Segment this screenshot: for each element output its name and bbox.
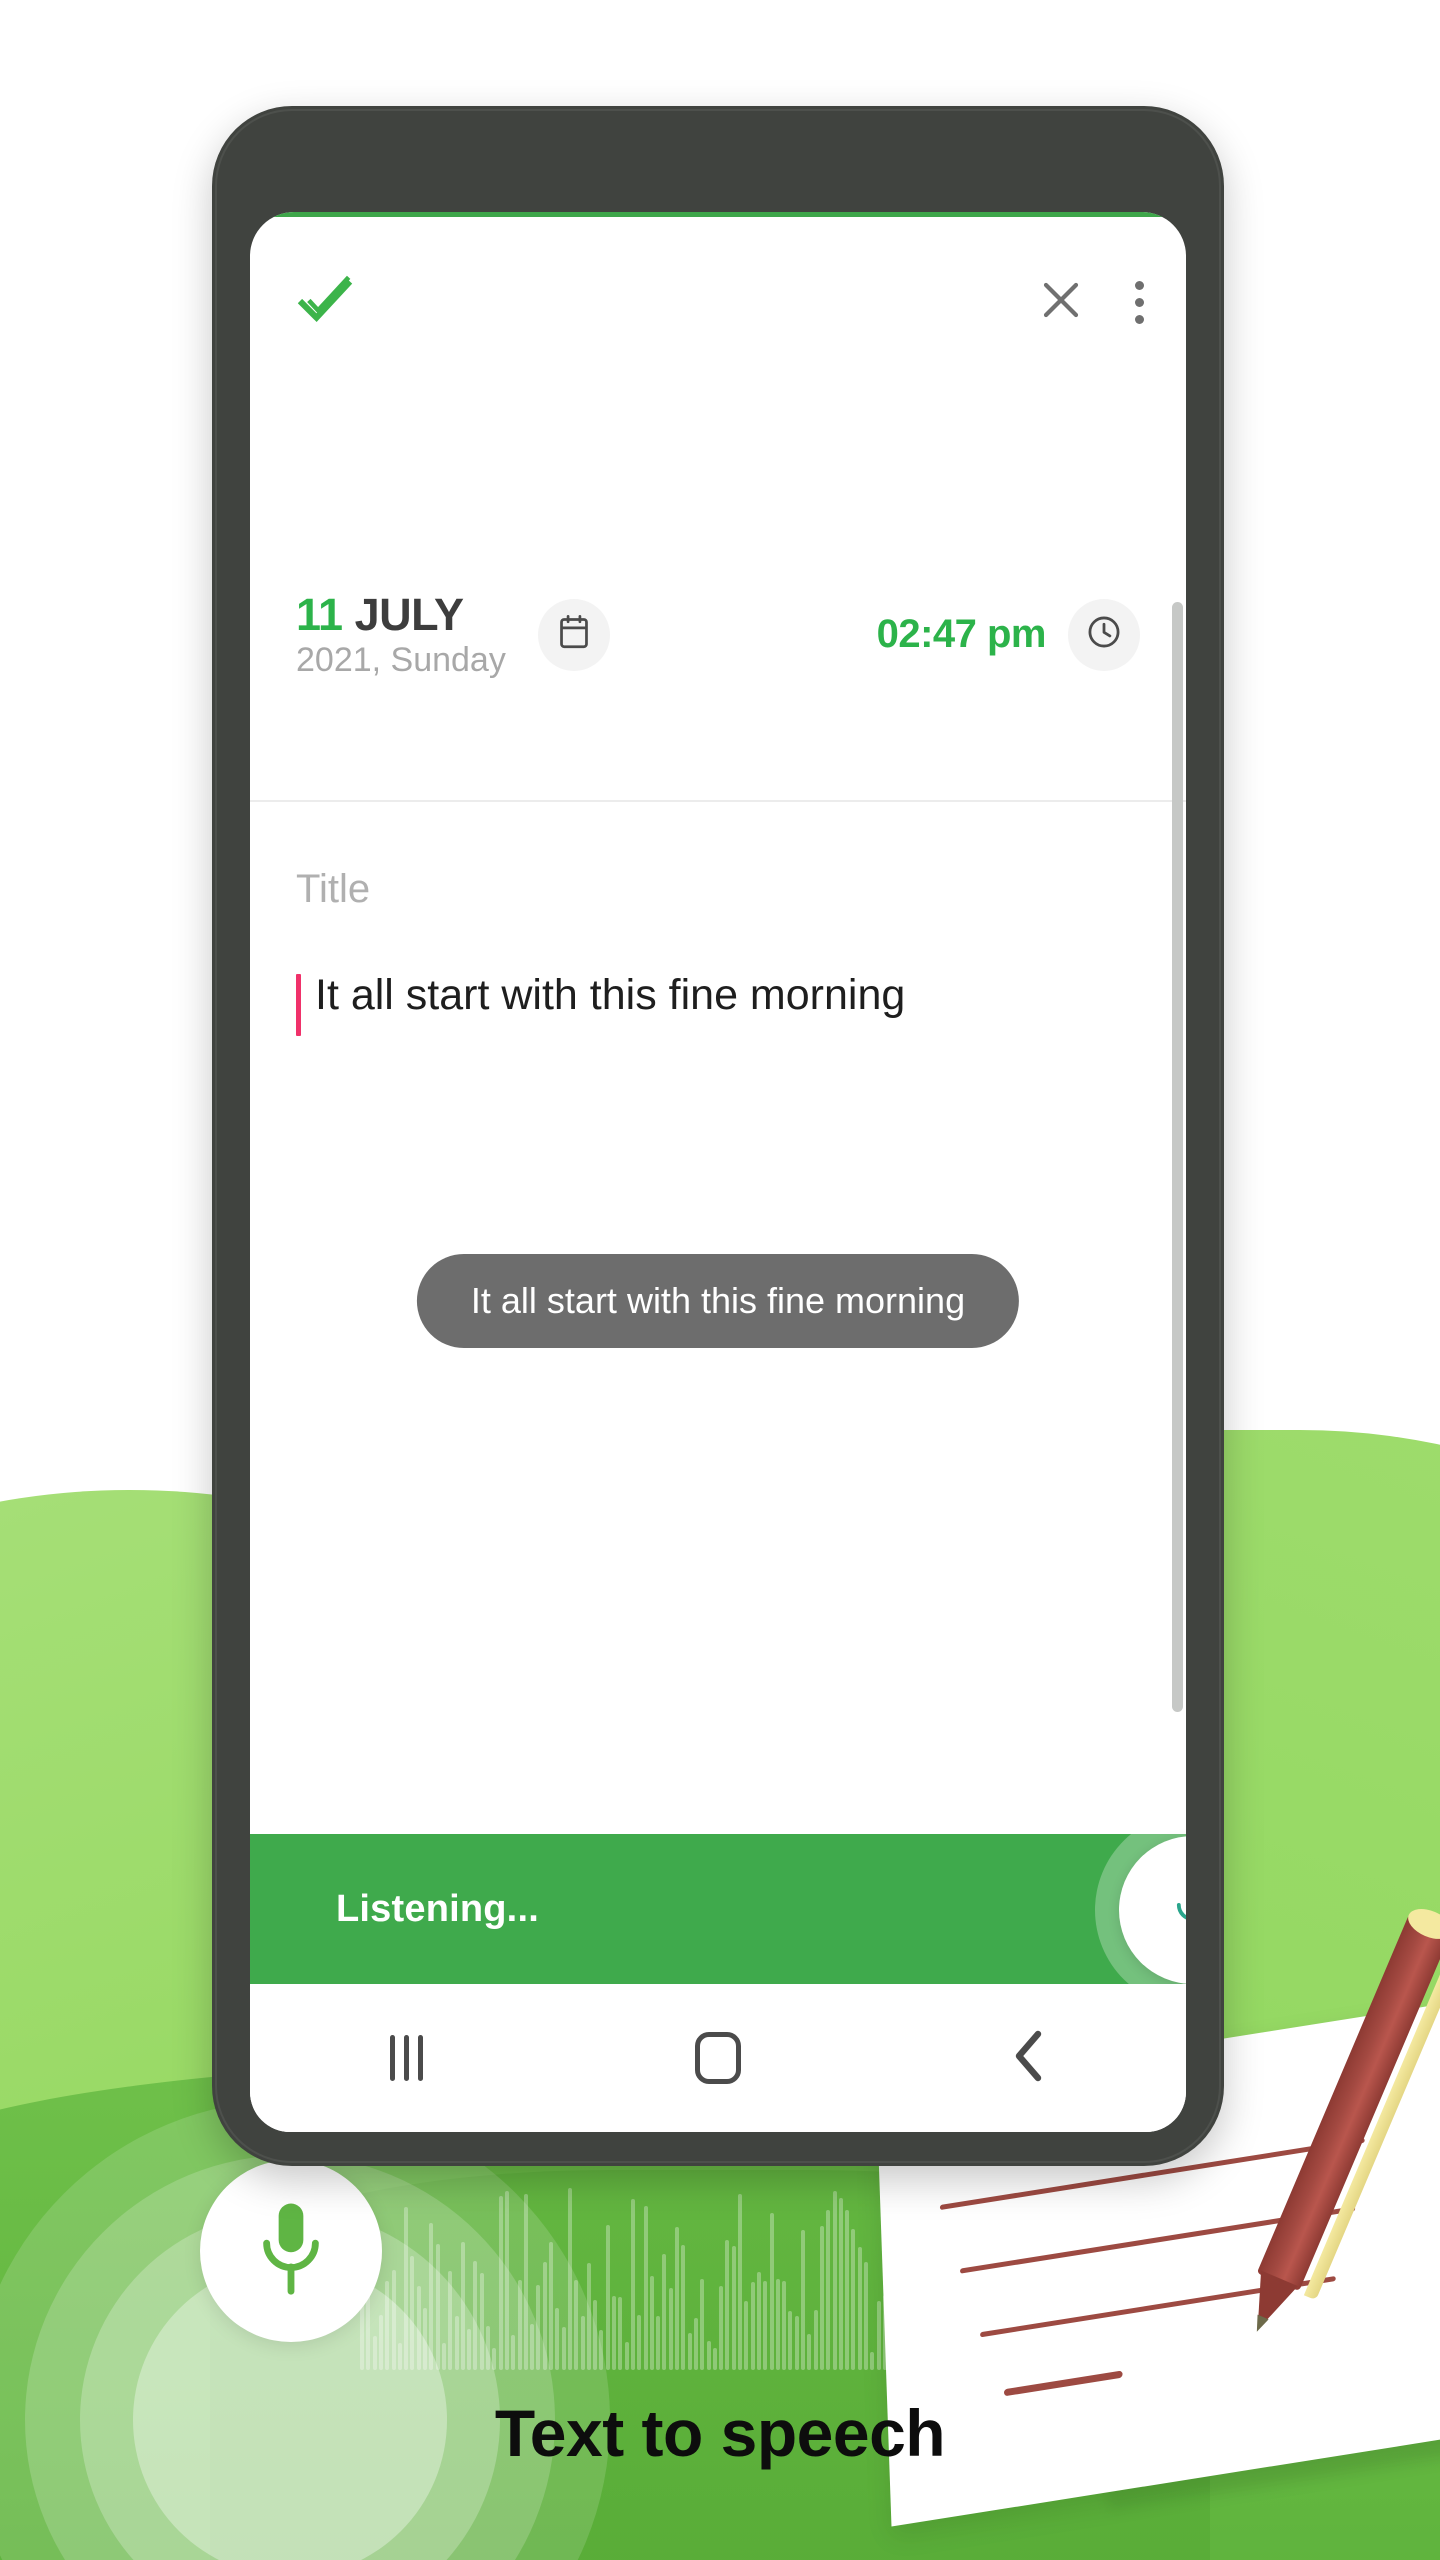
promo-caption: Text to speech — [494, 2396, 946, 2470]
time-picker-button[interactable] — [1068, 598, 1140, 671]
date-headline: 11 JULY — [296, 592, 506, 637]
date-time-row: 11 JULY 2021, Sunday 02:47 pm — [250, 592, 1186, 677]
nav-home-button[interactable] — [562, 2032, 874, 2084]
close-icon — [1037, 276, 1085, 329]
title-placeholder-label: Title — [296, 867, 371, 911]
home-icon — [695, 2032, 741, 2084]
calendar-icon — [558, 614, 590, 655]
date-group: 11 JULY 2021, Sunday — [296, 592, 610, 677]
paper-line — [1003, 2370, 1123, 2397]
text-cursor — [296, 974, 301, 1036]
calendar-picker-button[interactable] — [537, 598, 610, 671]
nav-back-button[interactable] — [874, 2030, 1186, 2087]
date-subline: 2021, Sunday — [296, 641, 506, 679]
note-title-value[interactable]: It all start with this fine morning — [315, 971, 905, 1019]
time-value: 02:47 pm — [876, 612, 1047, 656]
vertical-scrollbar[interactable] — [1172, 602, 1183, 1712]
date-month: JULY — [354, 589, 464, 640]
phone-screen: 11 JULY 2021, Sunday 02:47 pm Title It a… — [250, 212, 1186, 2132]
mic-button-halo — [1095, 1812, 1186, 2008]
app-header — [250, 242, 1186, 362]
confirm-check-button[interactable] — [296, 275, 354, 330]
promo-screenshot: 11 JULY 2021, Sunday 02:47 pm Title It a… — [0, 0, 1440, 2560]
nav-recents-button[interactable] — [250, 2035, 562, 2081]
overflow-menu-button[interactable] — [1135, 280, 1144, 324]
header-actions — [1037, 276, 1144, 329]
time-group: 02:47 pm — [876, 598, 1140, 671]
date-text: 11 JULY 2021, Sunday — [296, 592, 506, 677]
voice-listening-bar: Listening... — [250, 1812, 1186, 2008]
header-divider — [250, 800, 1186, 802]
android-navigation-bar — [250, 1984, 1186, 2132]
status-accent-line — [250, 212, 1186, 217]
close-button[interactable] — [1037, 276, 1085, 329]
date-day: 11 — [296, 589, 343, 640]
clock-icon — [1086, 614, 1122, 655]
floating-mic-button[interactable] — [200, 2160, 382, 2342]
kebab-menu-icon — [1135, 280, 1144, 324]
listening-status-text: Listening... — [336, 1887, 539, 1930]
speech-result-toast: It all start with this fine morning — [416, 1254, 1020, 1348]
back-chevron-icon — [1010, 2030, 1050, 2087]
mic-record-button[interactable] — [1119, 1836, 1186, 1984]
check-icon — [296, 275, 354, 330]
recents-icon — [389, 2035, 423, 2081]
microphone-icon — [252, 2197, 330, 2306]
note-input-row[interactable]: It all start with this fine morning — [296, 971, 905, 1036]
microphone-icon — [1170, 1877, 1186, 1944]
